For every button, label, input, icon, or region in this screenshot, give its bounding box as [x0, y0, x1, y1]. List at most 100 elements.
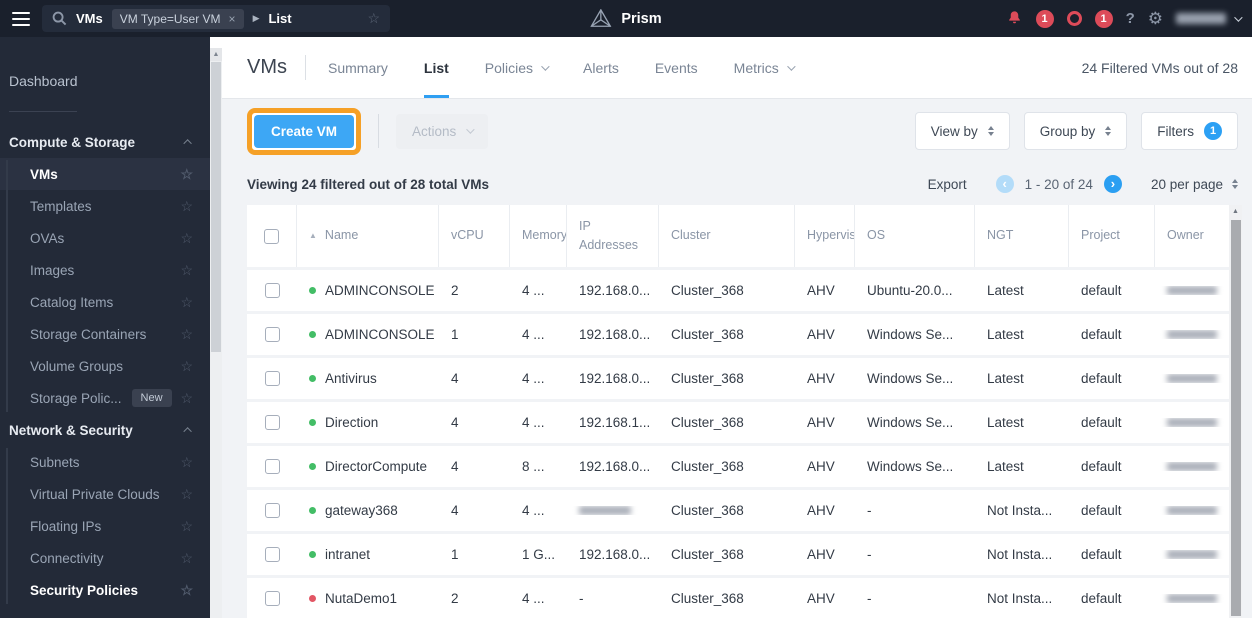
cell-text: Latest — [987, 459, 1024, 474]
sidebar-section-compute-storage[interactable]: Compute & Storage — [0, 126, 210, 158]
vm-name: ADMINCONSOLE — [325, 283, 435, 298]
column-header-name[interactable]: ▲ Name — [297, 205, 439, 267]
row-checkbox[interactable] — [264, 591, 280, 606]
sidebar-item-storage-containers[interactable]: Storage Containers ☆ — [0, 318, 210, 350]
table-row-intranet[interactable]: intranet 1 1 G... 192.168.0... Cluster_368 AH… — [247, 534, 1229, 575]
scrollbar-thumb[interactable] — [1230, 220, 1241, 616]
star-icon[interactable]: ☆ — [180, 326, 193, 343]
per-page-selector[interactable]: 20 per page — [1151, 177, 1238, 192]
column-header-project[interactable]: Project — [1069, 205, 1155, 267]
cluster-cell: Cluster_368 — [659, 591, 795, 606]
vm-name: DirectorCompute — [325, 459, 428, 474]
table-scrollbar[interactable]: ▲ — [1229, 205, 1242, 618]
cell-text: 192.168.0... — [579, 547, 651, 562]
sidebar-scrollbar[interactable]: ▲ — [210, 48, 222, 618]
filters-button[interactable]: Filters 1 — [1141, 112, 1238, 150]
previous-page-button[interactable]: ‹ — [995, 175, 1014, 193]
status-dot — [309, 507, 316, 514]
project-cell: default — [1069, 459, 1155, 474]
tab-policies[interactable]: Policies — [485, 37, 550, 98]
sidebar-item-catalog-items[interactable]: Catalog Items ☆ — [0, 286, 210, 318]
tab-summary[interactable]: Summary — [328, 37, 388, 98]
row-checkbox[interactable] — [264, 547, 280, 562]
sidebar-item-floating-ips[interactable]: Floating IPs ☆ — [0, 510, 210, 542]
column-header-os[interactable]: OS — [855, 205, 975, 267]
column-header-ngt[interactable]: NGT — [975, 205, 1069, 267]
title-divider — [305, 55, 306, 80]
chip-close-icon[interactable]: × — [229, 13, 236, 25]
anomaly-ring-icon[interactable] — [1066, 11, 1082, 26]
user-menu[interactable] — [1176, 12, 1243, 24]
row-checkbox[interactable] — [264, 459, 280, 474]
tab-alerts[interactable]: Alerts — [583, 37, 619, 98]
sidebar-item-virtual-private-clouds[interactable]: Virtual Private Clouds ☆ — [0, 478, 210, 510]
sidebar-item-templates[interactable]: Templates ☆ — [0, 190, 210, 222]
select-all-checkbox[interactable] — [264, 228, 279, 244]
sidebar-item-vms[interactable]: VMs ☆ — [0, 158, 210, 190]
table-row-antivirus[interactable]: Antivirus 4 4 ... 192.168.0... Cluster_368 AH… — [247, 358, 1229, 399]
star-icon[interactable]: ☆ — [180, 518, 193, 535]
table-row-gateway368[interactable]: gateway368 4 4 ... Cluster_368 AHV - Not Insta… — [247, 490, 1229, 531]
cell-text: Windows Se... — [867, 415, 954, 430]
star-icon[interactable]: ☆ — [180, 262, 193, 279]
vcpu-cell: 1 — [439, 327, 510, 342]
star-icon[interactable]: ☆ — [180, 486, 193, 503]
sidebar-item-images[interactable]: Images ☆ — [0, 254, 210, 286]
row-checkbox[interactable] — [264, 371, 280, 386]
star-icon[interactable]: ☆ — [180, 166, 193, 183]
star-icon[interactable]: ☆ — [180, 550, 193, 567]
scrollbar-thumb[interactable] — [211, 62, 221, 352]
sidebar-item-dashboard[interactable]: Dashboard — [0, 67, 210, 95]
table-row-direction[interactable]: Direction 4 4 ... 192.168.1... Cluster_368 AH… — [247, 402, 1229, 443]
cell-text: Cluster_368 — [671, 459, 744, 474]
star-icon[interactable]: ☆ — [180, 582, 193, 599]
star-icon[interactable]: ☆ — [180, 230, 193, 247]
row-checkbox[interactable] — [264, 283, 280, 298]
scroll-up-arrow-icon[interactable]: ▲ — [210, 48, 222, 61]
hamburger-menu-icon[interactable] — [0, 11, 42, 26]
column-header-ip-addresses[interactable]: IP Addresses — [567, 205, 659, 267]
column-header-cluster[interactable]: Cluster — [659, 205, 795, 267]
favorite-star-icon[interactable]: ☆ — [367, 10, 380, 27]
export-button[interactable]: Export — [928, 177, 967, 192]
table-row-adminconsole[interactable]: ADMINCONSOLE 2 4 ... 192.168.0... Cluster_36… — [247, 270, 1229, 311]
scroll-up-arrow-icon[interactable]: ▲ — [1229, 205, 1242, 218]
column-header-owner[interactable]: Owner — [1155, 205, 1229, 267]
column-header-hypervis[interactable]: Hypervis — [795, 205, 855, 267]
anomaly-count-badge[interactable]: 1 — [1094, 9, 1113, 28]
cell-text: - — [867, 503, 872, 518]
star-icon[interactable]: ☆ — [180, 198, 193, 215]
sidebar-item-ovas[interactable]: OVAs ☆ — [0, 222, 210, 254]
star-icon[interactable]: ☆ — [180, 294, 193, 311]
row-checkbox[interactable] — [264, 415, 280, 430]
create-vm-button[interactable]: Create VM — [254, 114, 355, 148]
star-icon[interactable]: ☆ — [180, 390, 193, 407]
next-page-button[interactable]: › — [1103, 175, 1122, 193]
gear-icon[interactable]: ⚙ — [1148, 10, 1163, 27]
table-row-directorcompute[interactable]: DirectorCompute 4 8 ... 192.168.0... Cluster… — [247, 446, 1229, 487]
column-header-vcpu[interactable]: vCPU — [439, 205, 510, 267]
sidebar-section-network-security[interactable]: Network & Security — [0, 414, 210, 446]
star-icon[interactable]: ☆ — [180, 358, 193, 375]
tab-list[interactable]: List — [423, 37, 449, 98]
sidebar-item-connectivity[interactable]: Connectivity ☆ — [0, 542, 210, 574]
global-search[interactable]: VMs VM Type=User VM × ▶ List ☆ — [42, 5, 390, 32]
table-row-adminconsole[interactable]: ADMINCONSOLE 1 4 ... 192.168.0... Cluster_36… — [247, 314, 1229, 355]
help-icon[interactable]: ? — [1126, 10, 1135, 27]
sidebar-item-subnets[interactable]: Subnets ☆ — [0, 446, 210, 478]
row-checkbox[interactable] — [264, 503, 280, 518]
table-row-nutademo1[interactable]: NutaDemo1 2 4 ... - Cluster_368 AHV - Not Insta… — [247, 578, 1229, 619]
alerts-count-badge[interactable]: 1 — [1035, 9, 1054, 28]
alerts-bell-icon[interactable] — [1006, 10, 1023, 27]
view-by-button[interactable]: View by — [914, 112, 1010, 150]
sidebar-item-storage-polic[interactable]: Storage Polic... New ☆ — [0, 382, 210, 414]
tab-events[interactable]: Events — [655, 37, 698, 98]
group-by-button[interactable]: Group by — [1023, 112, 1128, 150]
sidebar-item-security-policies[interactable]: Security Policies ☆ — [0, 574, 210, 606]
tab-metrics[interactable]: Metrics — [734, 37, 796, 98]
filter-chip[interactable]: VM Type=User VM × — [111, 8, 244, 29]
sidebar-item-volume-groups[interactable]: Volume Groups ☆ — [0, 350, 210, 382]
row-checkbox[interactable] — [264, 327, 280, 342]
star-icon[interactable]: ☆ — [180, 454, 193, 471]
column-header-memory[interactable]: Memory — [510, 205, 567, 267]
